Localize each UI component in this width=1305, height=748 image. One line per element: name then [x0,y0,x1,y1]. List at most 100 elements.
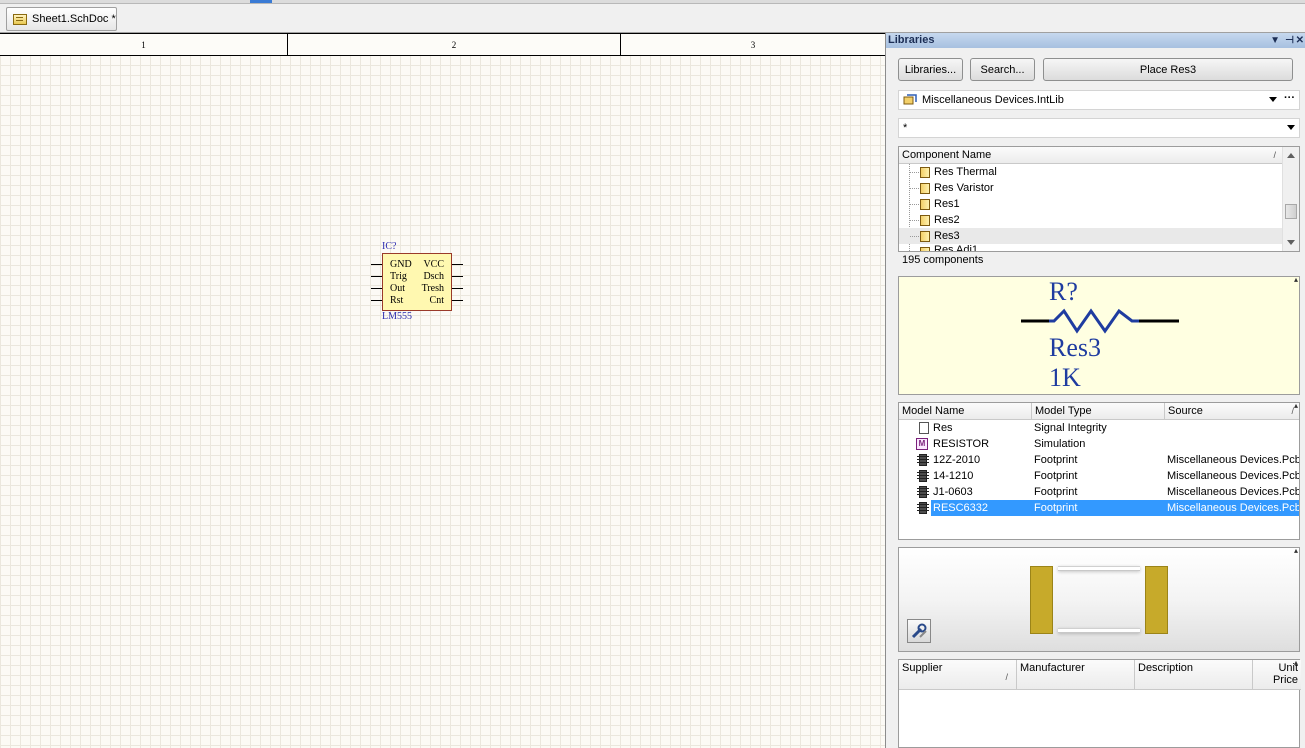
filter-input[interactable]: * [898,118,1300,138]
component-designator[interactable]: IC? [382,241,396,252]
pin-label-tresh: Tresh [421,283,444,294]
footprint-pad [1030,566,1053,634]
library-select-value: Miscellaneous Devices.IntLib [922,94,1064,106]
document-tab-sheet1[interactable]: Sheet1.SchDoc * [6,7,117,31]
column-header-supplier[interactable]: Supplier / [899,660,1017,690]
column-header-description[interactable]: Description [1135,660,1253,690]
table-row[interactable]: 12Z-2010 Footprint Miscellaneous Devices… [899,452,1299,468]
component-icon [920,247,930,251]
resize-grip-icon[interactable]: ▴ [1294,658,1298,667]
component-icon [920,215,930,226]
column-header-model-name[interactable]: Model Name [899,403,1032,420]
zone-2: 2 [288,34,621,55]
list-item[interactable]: Res1 [899,196,1283,212]
table-row[interactable]: J1-0603 Footprint Miscellaneous Devices.… [899,484,1299,500]
sort-icon: / [1005,672,1008,682]
pin-label-trig: Trig [390,271,407,282]
scroll-up-icon[interactable] [1287,153,1295,158]
pin-line [371,264,382,265]
zone-1: 1 [0,34,288,55]
model-list[interactable]: Model Name Model Type Source / Res Signal… [898,402,1300,540]
table-row[interactable]: M RESISTOR Simulation [899,436,1299,452]
search-button[interactable]: Search... [970,58,1035,81]
preview-component-name: Res3 [1049,333,1101,362]
pin-line [452,276,463,277]
list-item-selected[interactable]: Res3 [899,228,1283,244]
symbol-preview: R? Res3 1K ▴ [898,275,1300,395]
signal-integrity-icon [919,422,929,434]
pin-label-gnd: GND [390,259,412,270]
lm555-component[interactable]: IC? GND Trig Out Rst VCC Dsch Tresh Cnt … [370,241,470,326]
library-select[interactable]: Miscellaneous Devices.IntLib ··· [898,90,1300,110]
panel-title-bar: Libraries ▼ ⊣ ✕ [886,33,1305,48]
component-icon [920,183,930,194]
silkscreen-line [1058,566,1140,571]
resize-grip-icon[interactable]: ▴ [1294,403,1298,410]
list-item[interactable]: Res2 [899,212,1283,228]
column-header-component-name[interactable]: Component Name / [899,147,1283,164]
component-icon [920,231,930,242]
footprint-icon [917,454,929,466]
simulation-icon: M [916,438,928,450]
footprint-icon [917,502,929,514]
column-header-manufacturer[interactable]: Manufacturer [1017,660,1135,690]
resize-grip-icon[interactable]: ▴ [1294,275,1298,284]
chevron-down-icon[interactable] [1287,125,1295,130]
active-indicator [250,0,272,3]
close-icon[interactable]: ✕ [1296,33,1304,48]
document-tab-bar: Sheet1.SchDoc * [0,4,1305,33]
component-icon [920,199,930,210]
pin-label-rst: Rst [390,295,404,306]
libraries-button[interactable]: Libraries... [898,58,963,81]
list-item[interactable]: Res Thermal [899,164,1283,180]
pin-line [371,276,382,277]
scroll-down-icon[interactable] [1287,240,1295,245]
pin-label-dsch: Dsch [423,271,444,282]
more-icon[interactable]: ··· [1284,92,1295,104]
list-item[interactable]: Res Adj1 [899,244,1283,251]
table-row-selected[interactable]: RESC6332 Footprint Miscellaneous Devices… [899,500,1299,516]
integrated-library-icon [903,94,917,105]
footprint-preview: ▴ [898,546,1300,652]
wrench-icon [911,623,927,639]
pin-line [371,288,382,289]
sort-icon: / [1273,150,1276,160]
component-list[interactable]: Component Name / Res Thermal Res Varistor… [898,146,1300,252]
table-row[interactable]: 14-1210 Footprint Miscellaneous Devices.… [899,468,1299,484]
list-item[interactable]: Res Varistor [899,180,1283,196]
pin-label-cnt: Cnt [429,295,444,306]
column-header-model-type[interactable]: Model Type [1032,403,1165,420]
component-icon [920,167,930,178]
panel-menu-icon[interactable]: ▼ [1270,33,1280,48]
pin-icon[interactable]: ⊣ [1285,33,1294,48]
component-comment[interactable]: LM555 [382,311,412,322]
libraries-panel: Libraries ▼ ⊣ ✕ Libraries... Search... P… [885,33,1305,748]
pin-label-out: Out [390,283,405,294]
component-list-scrollbar[interactable] [1282,147,1299,251]
silkscreen-line [1058,628,1140,633]
pin-line [452,264,463,265]
resize-grip-icon[interactable]: ▴ [1294,546,1298,555]
pin-label-vcc: VCC [423,259,444,270]
footprint-pad [1145,566,1168,634]
supplier-table[interactable]: Supplier / Manufacturer Description Unit … [898,658,1301,748]
document-tab-label: Sheet1.SchDoc * [32,13,116,25]
footprint-icon [917,486,929,498]
pin-line [452,300,463,301]
zone-3: 3 [750,39,756,50]
zone-strip: 1 2 3 [0,33,885,56]
filter-value: * [903,122,908,134]
place-button[interactable]: Place Res3 [1043,58,1293,81]
schematic-canvas[interactable]: 1 2 3 IC? GND Trig Out Rst VCC Dsch Tres… [0,33,885,748]
scroll-thumb[interactable] [1285,204,1297,219]
pin-line [371,300,382,301]
schematic-sheet-icon [13,13,27,25]
column-header-source[interactable]: Source / [1165,403,1299,420]
footprint-3d-tool-button[interactable] [907,619,931,643]
chevron-down-icon[interactable] [1269,97,1277,102]
table-row[interactable]: Res Signal Integrity [899,420,1299,436]
pin-line [452,288,463,289]
footprint-icon [917,470,929,482]
preview-designator: R? [1049,277,1078,306]
preview-value: 1K [1049,363,1081,392]
